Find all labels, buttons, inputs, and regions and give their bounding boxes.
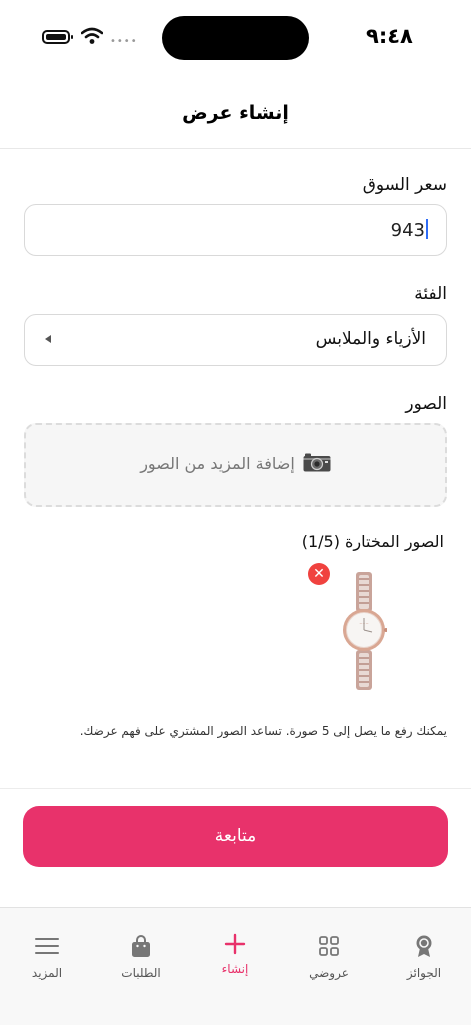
add-photos-label: إضافة المزيد من الصور [140, 454, 295, 473]
tab-awards-label: الجوائز [406, 966, 442, 980]
market-price-label: سعر السوق [362, 175, 447, 195]
add-photos-button[interactable]: إضافة المزيد من الصور [24, 423, 447, 507]
status-bar: •••• ٩:٤٨ [0, 0, 471, 80]
tab-awards[interactable]: الجوائز [377, 908, 471, 998]
remove-photo-button[interactable]: ✕ [308, 563, 330, 585]
photos-label: الصور [405, 394, 447, 414]
tab-my-offers[interactable]: عروضي [282, 908, 376, 998]
upload-hint: يمكنك رفع ما يصل إلى 5 صورة. تساعد الصور… [79, 724, 447, 738]
wifi-icon [81, 27, 103, 44]
watch-photo-thumbnail[interactable]: ~~~ [341, 570, 387, 694]
tab-create[interactable]: إنشاء [188, 908, 282, 998]
tab-orders[interactable]: الطلبات [94, 908, 188, 998]
dynamic-island [162, 16, 309, 60]
tab-create-label: إنشاء [221, 962, 249, 976]
category-value: الأزياء والملابس [315, 329, 426, 349]
battery-icon [42, 30, 73, 44]
market-price-field[interactable]: 943 [24, 204, 447, 256]
category-label: الفئة [414, 284, 447, 304]
tab-orders-label: الطلبات [121, 966, 161, 980]
selected-photos-title: الصور المختارة (1/5) [301, 532, 444, 551]
plus-icon [224, 933, 246, 955]
market-price-value-wrap: 943 [391, 219, 428, 241]
market-price-value: 943 [390, 220, 425, 241]
camera-icon [303, 453, 331, 472]
dropdown-arrow-icon [45, 335, 51, 343]
text-cursor [426, 219, 428, 239]
tab-more[interactable]: المزيد [0, 908, 94, 998]
shopping-bag-icon [132, 935, 150, 957]
tab-my-offers-label: عروضي [309, 966, 349, 980]
header: إنشاء عرض [0, 80, 471, 149]
continue-button[interactable]: متابعة [23, 806, 448, 867]
menu-icon [35, 938, 59, 954]
page-title: إنشاء عرض [182, 102, 289, 124]
add-photos-content: إضافة المزيد من الصور [26, 453, 445, 473]
category-select[interactable]: الأزياء والملابس [24, 314, 447, 366]
status-time: ٩:٤٨ [366, 24, 413, 48]
award-icon [416, 935, 432, 957]
tab-bar: المزيد الطلبات إنشاء عروضي الجوائز [0, 907, 471, 1025]
signal-icon: •••• [110, 36, 138, 47]
tab-more-label: المزيد [31, 966, 63, 980]
grid-icon [319, 936, 339, 956]
